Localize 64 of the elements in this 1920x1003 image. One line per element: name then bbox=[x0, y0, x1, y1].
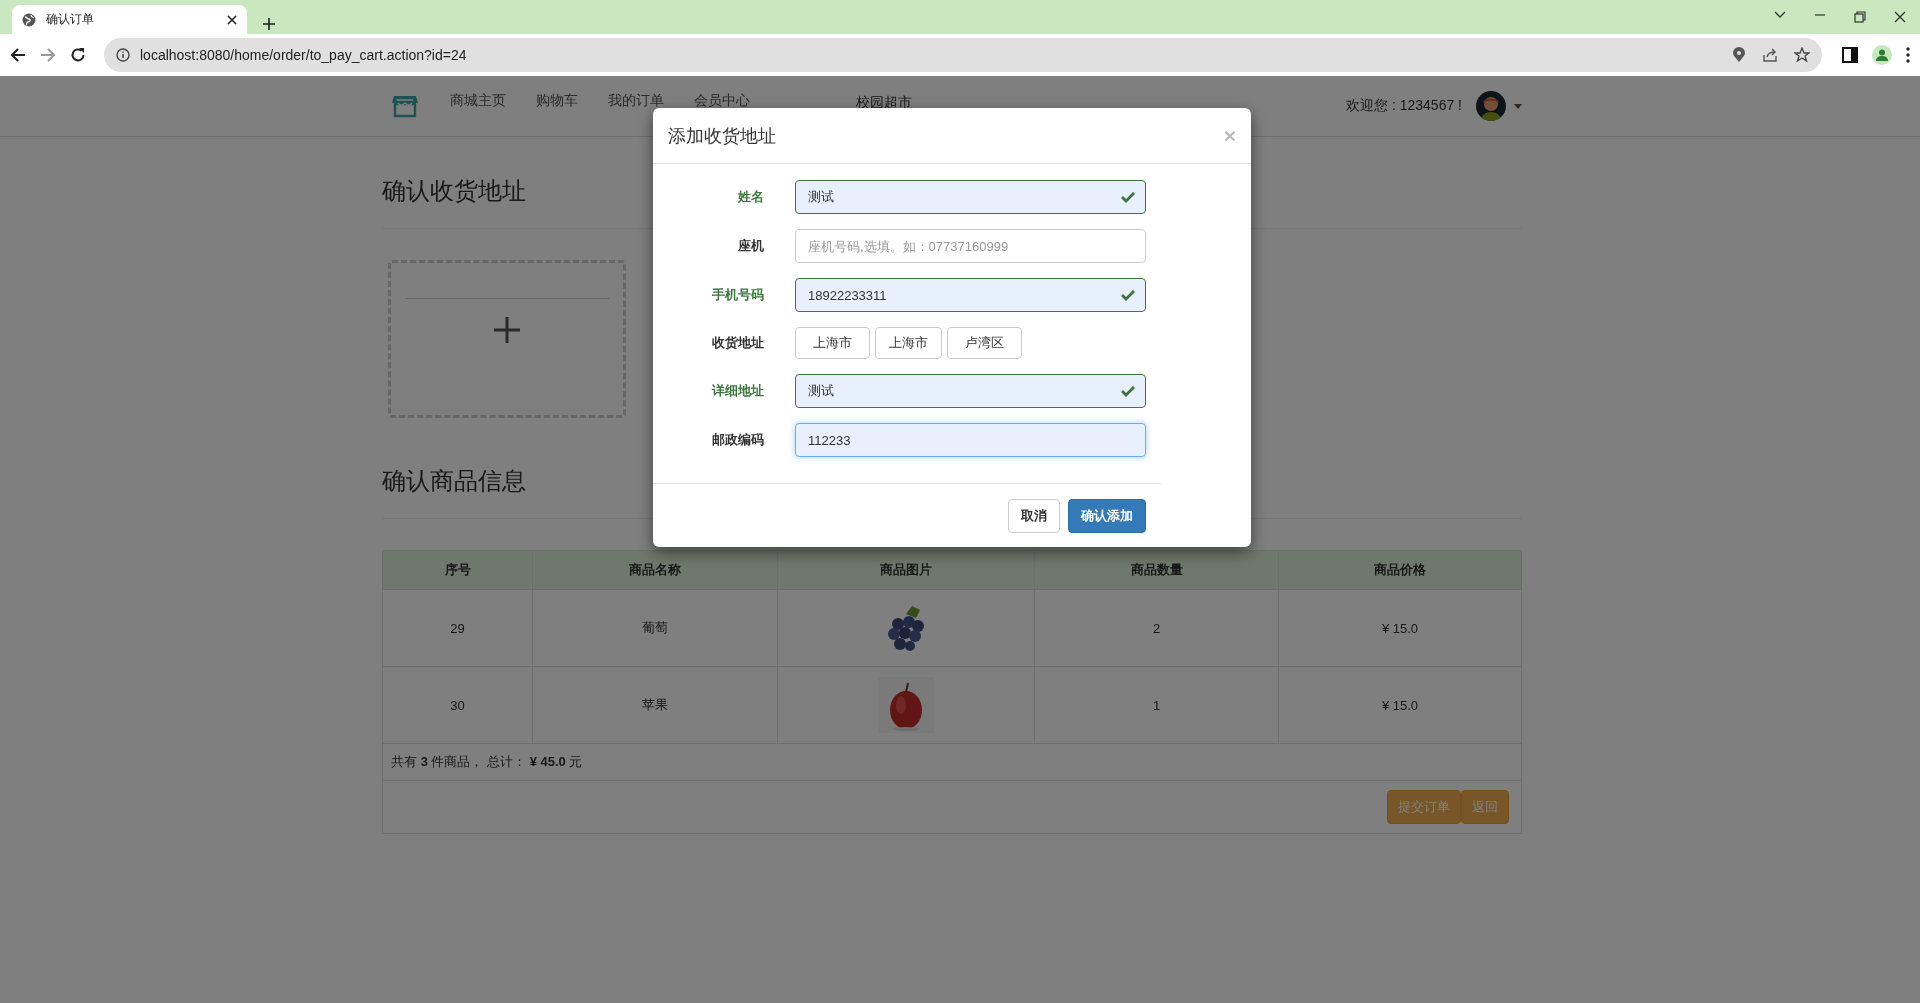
column-header: 商品名称 bbox=[533, 551, 778, 589]
check-icon bbox=[1121, 385, 1135, 397]
table-cell: 苹果 bbox=[533, 666, 778, 743]
cancel-button[interactable]: 取消 bbox=[1008, 499, 1060, 533]
table-cell: 29 bbox=[383, 589, 533, 666]
share-icon[interactable] bbox=[1762, 47, 1778, 63]
plus-icon bbox=[494, 317, 520, 343]
close-icon[interactable] bbox=[227, 14, 237, 25]
chevron-down-icon[interactable] bbox=[1774, 11, 1786, 19]
table-cell: ¥ 15.0 bbox=[1279, 589, 1521, 666]
column-header: 序号 bbox=[383, 551, 533, 589]
input-field[interactable]: 测试 bbox=[795, 374, 1146, 408]
minimize-icon[interactable] bbox=[1814, 11, 1826, 19]
table-cell: ¥ 15.0 bbox=[1279, 666, 1521, 743]
caret-icon[interactable] bbox=[1514, 103, 1522, 109]
field-label: 邮政编码 bbox=[711, 431, 764, 449]
close-icon[interactable] bbox=[1894, 11, 1906, 23]
column-header: 商品价格 bbox=[1279, 551, 1521, 589]
address-bar[interactable]: localhost:8080/home/order/to_pay_cart.action?id=24 bbox=[104, 38, 1822, 72]
nav-link[interactable]: 我的订单 bbox=[608, 92, 664, 110]
check-icon bbox=[1121, 289, 1135, 301]
welcome-text: 欢迎您 : 1234567 ! bbox=[1346, 97, 1462, 115]
tab-title: 确认订单 bbox=[46, 11, 95, 28]
profile-icon[interactable] bbox=[1872, 45, 1892, 65]
location-pin-icon[interactable] bbox=[1732, 47, 1746, 63]
column-header: 商品图片 bbox=[778, 551, 1035, 589]
table-cell: 1 bbox=[1035, 666, 1279, 743]
check-icon bbox=[1121, 191, 1135, 203]
field-label: 手机号码 bbox=[711, 286, 764, 304]
nav-link[interactable]: 会员中心 bbox=[694, 92, 750, 110]
dropdown[interactable]: 上海市 bbox=[795, 327, 870, 359]
nav-link[interactable]: 商城主页 bbox=[450, 92, 506, 110]
field-label: 座机 bbox=[737, 237, 764, 255]
browser-tab[interactable]: 确认订单 bbox=[12, 5, 247, 34]
star-icon[interactable] bbox=[1794, 47, 1810, 63]
modal-title: 添加收货地址 bbox=[668, 124, 777, 148]
side-panel-icon[interactable] bbox=[1842, 47, 1858, 63]
nav-link[interactable]: 购物车 bbox=[536, 92, 578, 110]
url-text: localhost:8080/home/order/to_pay_cart.action?id=24 bbox=[140, 47, 468, 63]
table-cell: 2 bbox=[1035, 589, 1279, 666]
order-summary: 共有 3 件商品， 总计： ¥ 45.0 元 bbox=[383, 743, 1521, 780]
dropdown[interactable]: 上海市 bbox=[875, 327, 942, 359]
menu-icon[interactable] bbox=[1906, 47, 1910, 63]
globe-icon bbox=[22, 12, 36, 27]
column-header: 商品数量 bbox=[1035, 551, 1279, 589]
field-label: 详细地址 bbox=[710, 382, 764, 400]
avatar[interactable] bbox=[1476, 91, 1506, 121]
reload-icon[interactable] bbox=[70, 47, 86, 63]
field-label: 姓名 bbox=[737, 188, 764, 206]
section-title: 确认商品信息 bbox=[382, 466, 526, 496]
field-label: 收货地址 bbox=[711, 334, 764, 352]
confirm-button[interactable]: 确认添加 bbox=[1068, 499, 1146, 533]
input-field[interactable]: 测试 bbox=[795, 180, 1146, 214]
table-cell: 葡萄 bbox=[533, 589, 778, 666]
info-icon[interactable] bbox=[116, 48, 130, 62]
input-field[interactable]: 座机号码,选填。如：07737160999 bbox=[795, 229, 1146, 263]
section-title: 确认收货地址 bbox=[382, 176, 526, 206]
dropdown[interactable]: 卢湾区 bbox=[947, 327, 1022, 359]
restore-icon[interactable] bbox=[1854, 11, 1866, 23]
input-field[interactable]: 18922233311 bbox=[795, 278, 1146, 312]
table-cell: 30 bbox=[383, 666, 533, 743]
back-icon[interactable] bbox=[10, 47, 26, 63]
input-field[interactable]: 112233 bbox=[795, 423, 1146, 457]
new-tab-icon[interactable] bbox=[263, 18, 275, 30]
